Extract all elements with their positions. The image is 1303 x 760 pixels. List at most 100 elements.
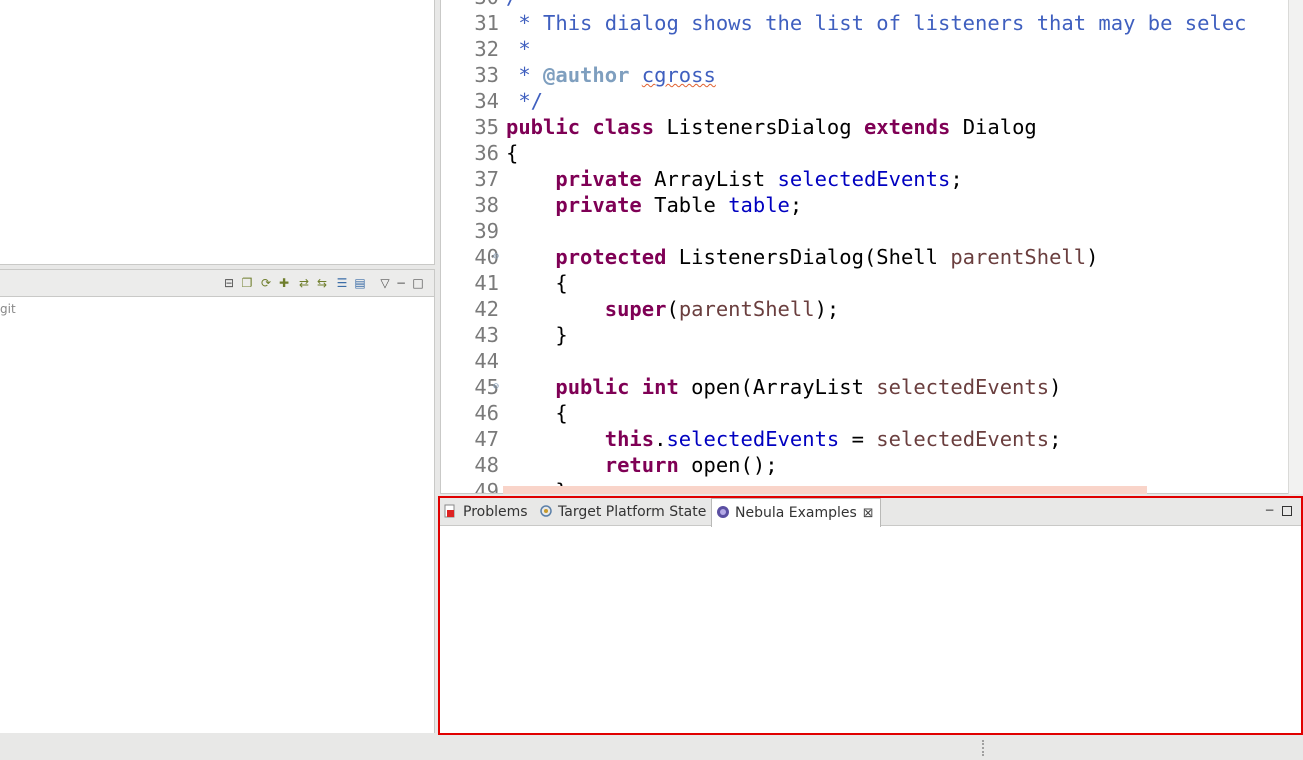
tab-label: Nebula Examples (735, 505, 857, 521)
status-bar (0, 735, 1303, 760)
tab-nebula-examples[interactable]: Nebula Examples ⊠ (711, 498, 881, 527)
line-number: 46 (474, 401, 499, 425)
line-source: return open(); (506, 452, 778, 478)
link-back-icon[interactable]: ⇆ (315, 276, 329, 290)
code-token: public (506, 115, 581, 139)
tab-target-platform-state[interactable]: Target Platform State (539, 498, 706, 526)
code-token: * (506, 63, 544, 87)
code-line: 39 (441, 218, 1288, 244)
code-line: 30⊖/ (441, 0, 1288, 10)
tree-item-label[interactable]: git (0, 302, 16, 316)
line-number: 41 (474, 271, 499, 295)
code-token: / (506, 0, 518, 9)
code-token: open(ArrayList (678, 375, 877, 399)
target-platform-icon (540, 505, 552, 517)
code-token: ( (666, 297, 679, 321)
code-token: ) (1049, 375, 1062, 399)
code-line: 47 this.selectedEvents = selectedEvents; (441, 426, 1288, 452)
line-source: * (506, 36, 531, 62)
fold-toggle-icon[interactable]: ⊖ (493, 244, 499, 270)
code-token: Dialog (950, 115, 1037, 139)
code-token: ; (1049, 427, 1062, 451)
code-token: selectedEvents (876, 427, 1050, 451)
line-source: { (506, 400, 567, 426)
code-token: * (506, 37, 531, 61)
line-number: 32 (474, 37, 499, 61)
code-token: int (641, 375, 679, 399)
code-line: 36 { (441, 140, 1288, 166)
code-token: } (506, 323, 568, 347)
code-token: ); (814, 297, 840, 321)
code-token: ArrayList (641, 167, 778, 191)
code-token: . (654, 427, 667, 451)
line-number: 43 (474, 323, 499, 347)
maximize-icon[interactable]: □ (411, 276, 425, 290)
refresh-icon[interactable]: ⟳ (259, 276, 273, 290)
line-source: public int open(ArrayList selectedEvents… (506, 374, 1061, 400)
line-number: 42 (474, 297, 499, 321)
open-folder-icon[interactable]: ❐ (240, 276, 254, 290)
line-source: */ (506, 88, 543, 114)
add-folder-icon[interactable]: ✚ (277, 276, 291, 290)
close-tab-icon[interactable]: ⊠ (863, 500, 874, 528)
code-token: extends (863, 115, 951, 139)
line-number: 48 (474, 453, 499, 477)
code-line: 41 { (441, 270, 1288, 296)
code-line: 45 ⊖ public int open(ArrayList selectedEv… (441, 374, 1288, 400)
collapse-all-icon[interactable]: ⊟ (222, 276, 236, 290)
minimize-icon[interactable]: − (1264, 504, 1275, 516)
code-token: selectedEvents (777, 167, 951, 191)
filter-icon[interactable]: ☰ (335, 276, 349, 290)
code-token: ) (1086, 245, 1099, 269)
code-token: @author (543, 63, 630, 87)
fold-toggle-icon[interactable]: ⊖ (493, 374, 499, 400)
line-number: 37 (474, 167, 499, 191)
view-toolbar: ⊟ ❐ ⟳ ✚ ⇄ ⇆ ☰ ▤ ▽ − □ (0, 270, 434, 297)
maximize-icon[interactable] (1282, 506, 1292, 516)
tab-problems[interactable]: Problems (444, 498, 528, 526)
line-number: 44 (474, 349, 499, 373)
line-source: protected ListenersDialog(Shell parentSh… (506, 244, 1098, 270)
code-line: 32 * (441, 36, 1288, 62)
problems-icon (444, 504, 455, 518)
tab-label: Problems (463, 504, 528, 520)
line-source: private Table table; (506, 192, 802, 218)
code-line: 46 { (441, 400, 1288, 426)
code-token: parentShell (678, 297, 815, 321)
code-line: 35 public class ListenersDialog extends D… (441, 114, 1288, 140)
code-line: 31 * This dialog shows the list of liste… (441, 10, 1288, 36)
nebula-icon (717, 506, 729, 518)
link-icon[interactable]: ⇄ (297, 276, 311, 290)
code-token: selectedEvents (666, 427, 840, 451)
package-explorer-view: ⊟ ❐ ⟳ ✚ ⇄ ⇆ ☰ ▤ ▽ − □ git (0, 269, 435, 733)
code-token: return (604, 453, 679, 477)
view-mode-icon[interactable]: ▤ (353, 276, 367, 290)
code-token: cgross (641, 63, 716, 87)
editor-scrollbar[interactable] (1288, 0, 1303, 494)
java-editor[interactable]: 30⊖/31 * This dialog shows the list of l… (440, 0, 1288, 494)
line-source: { (506, 270, 567, 296)
nebula-examples-content[interactable] (440, 527, 1301, 733)
view-menu-icon[interactable]: ▽ (378, 276, 392, 290)
line-source: / (506, 0, 518, 10)
code-token: Table (641, 193, 729, 217)
minimize-icon[interactable]: − (394, 276, 408, 290)
code-line: 48 return open(); (441, 452, 1288, 478)
line-source: public class ListenersDialog extends Dia… (506, 114, 1037, 140)
bottom-view-stack: Problems Target Platform State Nebula Ex… (438, 496, 1303, 735)
code-token: ; (950, 167, 963, 191)
fold-toggle-icon[interactable]: ⊖ (493, 0, 499, 10)
line-source: super(parentShell); (506, 296, 840, 322)
line-number: 34 (474, 89, 499, 113)
code-token: super (604, 297, 667, 321)
code-token: class (592, 115, 655, 139)
code-token: public (555, 375, 630, 399)
line-number: 35 (474, 115, 499, 139)
code-line: 33 * @author cgross (441, 62, 1288, 88)
